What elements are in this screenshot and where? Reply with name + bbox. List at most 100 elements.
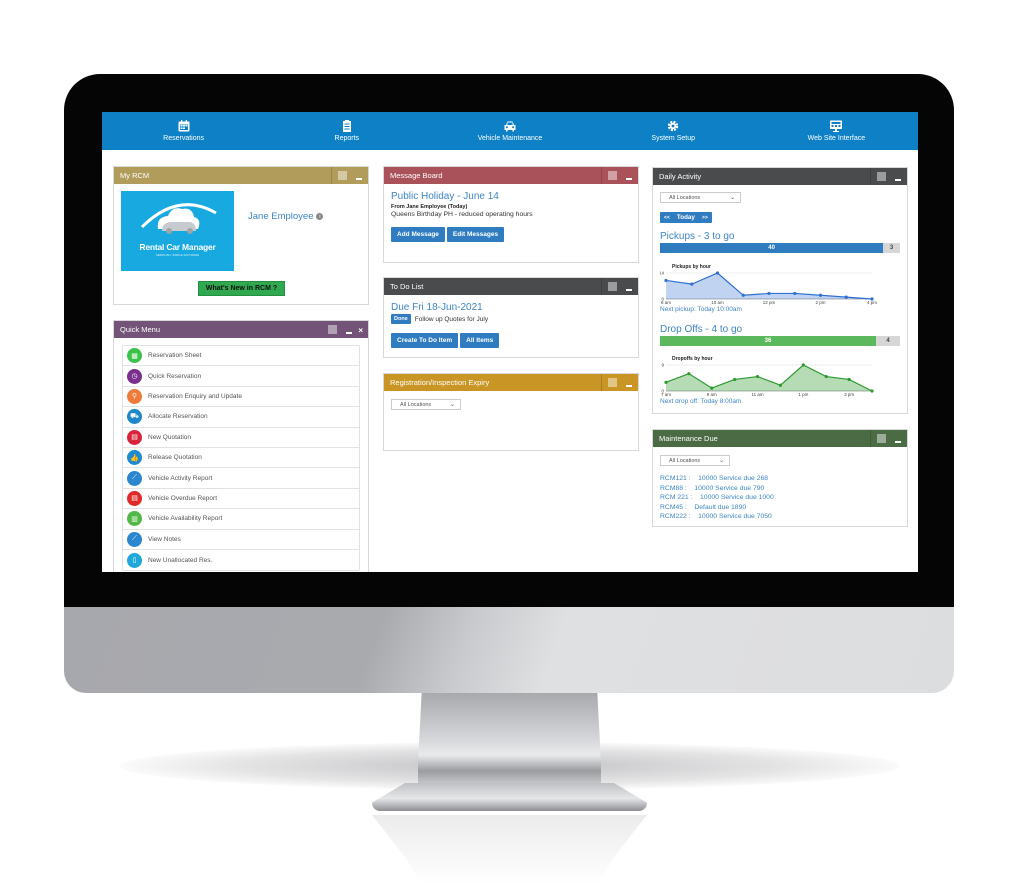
minimize-icon[interactable] [626,288,632,291]
data-point [844,295,848,299]
quick-menu-item[interactable]: ▤ New Quotation [123,428,359,448]
maintenance-row[interactable]: RCM45 : Default due 1890 [660,503,774,513]
edit-messages-button[interactable]: Edit Messages [446,227,505,242]
minimize-icon[interactable] [626,384,632,387]
create-todo-button[interactable]: Create To Do Item [391,333,459,348]
quick-menu-item-label: Vehicle Activity Report [148,474,213,482]
cloud-car-logo-icon [140,203,217,234]
minimize-icon[interactable] [356,177,362,180]
quick-menu-item-label: Vehicle Availability Report [148,515,223,523]
today-button[interactable]: Today [674,214,698,221]
monitor-stand [418,693,601,793]
x-tick-label: 2 pm [815,300,825,305]
location-select[interactable]: All Locations ⌄ [660,455,730,466]
panel-title: Message Board [390,171,443,180]
data-point [793,291,797,296]
done-button[interactable]: Done [391,314,411,324]
maintenance-row[interactable]: RCM88 : 10000 Service due 790 [660,484,774,494]
next-dropoff-link[interactable]: Next drop off: Today 8:00am [660,398,741,405]
dropoffs-title[interactable]: Drop Offs - 4 to go [660,324,742,335]
close-icon[interactable]: × [358,326,363,335]
chart-icon: ⟋ [127,470,142,486]
maintenance-row[interactable]: RCM 221 : 10000 Service due 1000 [660,493,774,503]
data-point [801,363,805,367]
logo-tagline: SERIOUSLY SIMPLE SOFTWARE [155,253,200,257]
panel-header: Daily Activity [653,168,907,185]
my-rcm-panel: My RCM Rental Car Manager SERIOUSLY SIMP… [113,166,369,305]
info-icon[interactable]: i [316,213,324,220]
settings-toggle-icon[interactable] [608,282,617,291]
quick-menu-item-label: Reservation Sheet [148,352,202,360]
quick-menu-item-label: Reservation Enquiry and Update [148,392,242,400]
nav-vehicle-maintenance[interactable]: Vehicle Maintenance [428,112,591,150]
panel-header: To Do List [384,278,638,295]
book-icon: ▯ [127,552,142,568]
user-name: Jane Employee i [248,211,324,222]
todo-due-date: Due Fri 18-Jun-2021 [391,302,483,313]
maintenance-row[interactable]: RCM222 : 10000 Service due 7050 [660,512,774,522]
quick-menu-item[interactable]: ▦ Reservation Sheet [123,346,359,367]
add-message-button[interactable]: Add Message [391,227,445,242]
settings-toggle-icon[interactable] [328,325,338,334]
x-tick-label: 11 am [751,392,763,397]
prev-day-button[interactable]: << [660,215,674,221]
date-nav: << Today >> [660,212,712,223]
nav-label: Reports [334,135,360,142]
app-screen: Reservations Reports Vehicle Maintenance… [102,112,918,572]
user-name-text: Jane Employee [248,211,314,222]
nav-label: Reservations [163,135,205,142]
tablet-clock-icon: ◷ [127,368,142,384]
maintenance-row[interactable]: RCM121 : 10000 Service due 268 [660,474,774,484]
next-pickup-link[interactable]: Next pickup: Today 10:00am [660,306,742,313]
quick-menu-item[interactable]: ⟋ View Notes [123,530,359,550]
settings-toggle-icon[interactable] [877,172,886,181]
message-from: From Jane Employee (Today) [391,204,468,210]
dropoffs-chart: Dropoffs by hour097 am 9 am 11 am 1 pm 3 pm [661,356,874,397]
quick-menu-item[interactable]: ◷ Quick Reservation [123,366,359,387]
all-items-button[interactable]: All Items [460,333,500,348]
next-day-button[interactable]: >> [698,215,712,221]
settings-toggle-icon[interactable] [877,434,886,443]
settings-toggle-icon[interactable] [608,378,617,387]
quick-menu-item[interactable]: ⚲ Reservation Enquiry and Update [123,387,359,408]
panel-title: Maintenance Due [659,434,718,443]
location-select[interactable]: All Locations ⌄ [391,399,461,410]
quick-menu-item-label: Release Quotation [148,454,202,462]
nav-system-setup[interactable]: System Setup [592,112,755,150]
minimize-icon[interactable] [895,440,901,443]
nav-reservations[interactable]: Reservations [102,112,265,150]
nav-reports[interactable]: Reports [265,112,428,150]
chevron-down-icon: ⌄ [729,195,735,201]
nav-label: Web Site Interface [807,135,866,142]
whats-new-button[interactable]: What's New in RCM ? [198,281,285,296]
chart-title: Dropoffs by hour [672,356,713,362]
x-tick-label: 12 pm [763,300,776,305]
rcm-logo: Rental Car Manager SERIOUSLY SIMPLE SOFT… [121,191,234,271]
message-title[interactable]: Public Holiday - June 14 [391,191,631,202]
top-navigation: Reservations Reports Vehicle Maintenance… [102,112,918,150]
quick-menu-item[interactable]: ▥ Vehicle Availability Report [123,509,359,530]
quick-menu-item[interactable]: ⛟ Allocate Reservation [123,407,359,428]
location-select[interactable]: All Locations ⌄ [660,192,741,203]
minimize-icon[interactable] [626,177,632,180]
select-value: All Locations [669,458,701,464]
quick-menu-item[interactable]: ▯ New Unallocated Res. [123,550,359,570]
registration-expiry-panel: Registration/Inspection Expiry All Locat… [383,373,639,451]
thumbs-up-icon: 👍 [127,450,142,466]
car-icon: ⛟ [127,409,142,425]
data-point [847,377,851,382]
settings-toggle-icon[interactable] [608,171,617,180]
quick-menu-item[interactable]: 👍 Release Quotation [123,448,359,469]
settings-toggle-icon[interactable] [338,171,347,180]
minimize-icon[interactable] [346,331,353,334]
quick-menu-item[interactable]: ⟋ Vehicle Activity Report [123,468,359,489]
nav-web-site-interface[interactable]: Web Site Interface [755,112,918,150]
calendar-icon: ▦ [127,348,142,364]
chart-icon: ⟋ [127,531,142,547]
monitor-stand-base [372,783,647,811]
minimize-icon[interactable] [895,178,901,181]
monitor-chin [64,607,954,693]
quick-menu-item[interactable]: ▤ Vehicle Overdue Report [123,489,359,510]
data-point [690,282,694,286]
pickups-title[interactable]: Pickups - 3 to go [660,231,734,242]
